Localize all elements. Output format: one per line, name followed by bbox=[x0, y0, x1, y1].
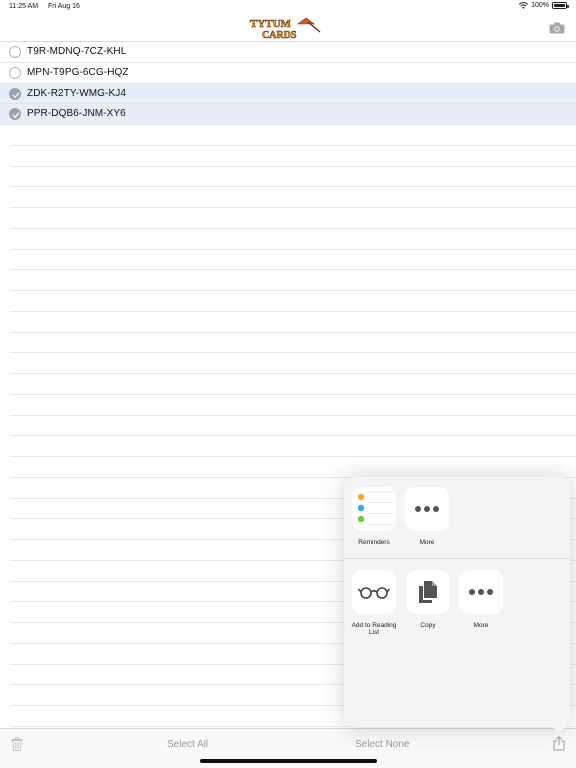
empty-row bbox=[10, 353, 576, 374]
empty-row bbox=[10, 167, 576, 188]
code-text: MPN-T9PG-6CG-HQZ bbox=[27, 66, 129, 78]
status-time: 11:25 AM bbox=[9, 3, 39, 10]
share-action-add-to-reading-list[interactable]: Add to Reading List bbox=[347, 570, 401, 636]
copy-label: Copy bbox=[420, 622, 436, 629]
empty-row bbox=[10, 208, 576, 229]
more-label: More bbox=[419, 539, 435, 546]
more-icon bbox=[459, 570, 503, 614]
share-icon[interactable] bbox=[553, 736, 565, 751]
empty-row bbox=[10, 270, 576, 291]
empty-row bbox=[10, 187, 576, 208]
code-row[interactable]: PPR-DQB6-JNM-XY6 bbox=[0, 104, 576, 125]
camera-icon[interactable] bbox=[549, 22, 565, 34]
svg-text:CARDS: CARDS bbox=[262, 30, 297, 40]
unchecked-circle-icon[interactable] bbox=[9, 66, 21, 79]
code-text: T9R-MDNQ-7CZ-KHL bbox=[27, 46, 127, 57]
bottom-toolbar: Select All Select None bbox=[0, 728, 576, 768]
empty-row bbox=[10, 416, 576, 437]
empty-row bbox=[10, 374, 576, 395]
empty-row bbox=[10, 291, 576, 312]
add-to-reading-list-label: Add to Reading List bbox=[351, 622, 397, 636]
status-date: Fri Aug 16 bbox=[48, 3, 80, 10]
code-row[interactable]: T9R-MDNQ-7CZ-KHL bbox=[0, 42, 576, 63]
empty-row bbox=[10, 146, 576, 167]
share-action-copy[interactable]: Copy bbox=[401, 570, 455, 629]
code-text: ZDK-R2TY-WMG-KJ4 bbox=[27, 87, 127, 99]
share-action-more-bottom[interactable]: More bbox=[454, 570, 508, 629]
checkmark-icon[interactable] bbox=[9, 108, 21, 121]
empty-row bbox=[10, 229, 576, 250]
wifi-icon bbox=[519, 2, 529, 9]
more-label: More bbox=[473, 622, 489, 629]
code-row[interactable]: MPN-T9PG-6CG-HQZ bbox=[0, 63, 576, 84]
reminders-icon bbox=[352, 487, 396, 531]
share-action-reminders[interactable]: Reminders bbox=[347, 487, 401, 546]
share-sheet-divider bbox=[344, 558, 570, 559]
unchecked-circle-icon[interactable] bbox=[9, 46, 21, 58]
svg-text:TYTUM: TYTUM bbox=[250, 18, 292, 30]
empty-row bbox=[10, 125, 576, 146]
code-row[interactable]: ZDK-R2TY-WMG-KJ4 bbox=[0, 83, 576, 105]
more-icon bbox=[405, 487, 449, 531]
trash-icon[interactable] bbox=[11, 737, 23, 751]
header: TYTUM CARDS bbox=[0, 14, 576, 42]
empty-row bbox=[10, 457, 576, 478]
battery-icon bbox=[552, 2, 569, 9]
share-sheet-popover: Reminders More Add to Reading List Copy … bbox=[344, 477, 570, 734]
empty-row bbox=[10, 312, 576, 333]
battery-percent: 100% bbox=[531, 2, 549, 9]
reminders-label: Reminders bbox=[358, 539, 390, 546]
status-bar: 11:25 AM Fri Aug 16 100% bbox=[0, 0, 576, 14]
empty-row bbox=[10, 250, 576, 271]
empty-row bbox=[10, 333, 576, 354]
share-action-more-top[interactable]: More bbox=[400, 487, 454, 546]
checkmark-icon[interactable] bbox=[9, 87, 21, 100]
code-text: PPR-DQB6-JNM-XY6 bbox=[27, 108, 126, 120]
home-indicator bbox=[200, 759, 377, 763]
battery-level bbox=[554, 4, 565, 7]
select-none-button[interactable]: Select None bbox=[355, 739, 409, 750]
empty-row bbox=[10, 395, 576, 416]
select-all-button[interactable]: Select All bbox=[167, 739, 208, 750]
reading-list-icon bbox=[352, 570, 396, 614]
empty-row bbox=[10, 436, 576, 457]
copy-icon bbox=[406, 570, 450, 614]
tytum-cards-logo: TYTUM CARDS bbox=[250, 17, 321, 40]
